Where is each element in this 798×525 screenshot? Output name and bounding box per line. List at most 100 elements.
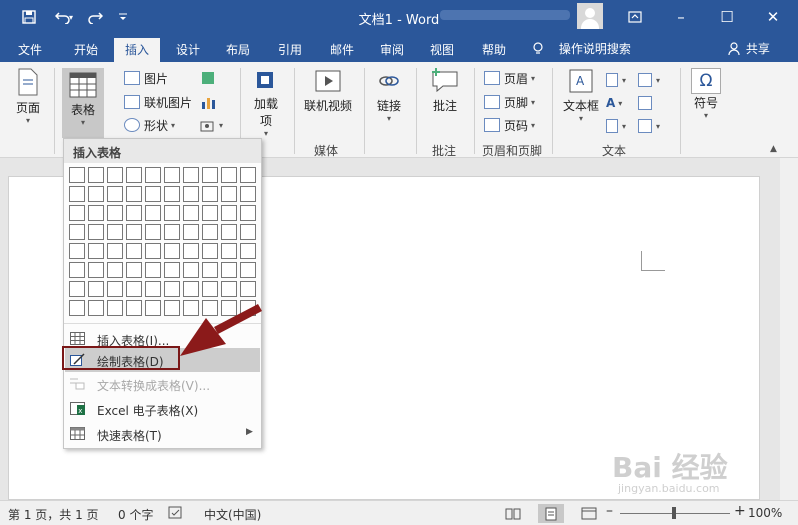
picture-button[interactable]: 图片 bbox=[124, 68, 168, 88]
table-grid-cell[interactable] bbox=[221, 224, 237, 240]
maximize-button[interactable]: ☐ bbox=[704, 0, 750, 34]
table-grid-cell[interactable] bbox=[164, 224, 180, 240]
table-grid-cell[interactable] bbox=[69, 205, 85, 221]
online-picture-button[interactable]: 联机图片 bbox=[124, 92, 192, 112]
datetime-button[interactable] bbox=[638, 93, 656, 113]
table-grid-cell[interactable] bbox=[183, 281, 199, 297]
table-button[interactable]: 表格 ▾ bbox=[62, 68, 104, 138]
table-grid-cell[interactable] bbox=[69, 186, 85, 202]
table-grid-cell[interactable] bbox=[164, 281, 180, 297]
table-grid-cell[interactable] bbox=[164, 262, 180, 278]
table-grid-cell[interactable] bbox=[164, 243, 180, 259]
table-grid-cell[interactable] bbox=[202, 205, 218, 221]
tab-design[interactable]: 设计 bbox=[164, 38, 212, 62]
table-grid-cell[interactable] bbox=[126, 262, 142, 278]
table-grid-cell[interactable] bbox=[145, 186, 161, 202]
table-grid-cell[interactable] bbox=[88, 243, 104, 259]
tab-help[interactable]: 帮助 bbox=[470, 38, 518, 62]
tab-home[interactable]: 开始 bbox=[62, 38, 110, 62]
table-grid-cell[interactable] bbox=[183, 300, 199, 316]
language[interactable]: 中文(中国) bbox=[204, 506, 261, 523]
quick-parts-button[interactable]: ▾ bbox=[606, 70, 626, 90]
close-button[interactable]: ✕ bbox=[750, 0, 796, 34]
pages-button[interactable]: 页面 ▾ bbox=[8, 68, 48, 138]
table-grid-cell[interactable] bbox=[126, 243, 142, 259]
table-grid-cell[interactable] bbox=[221, 186, 237, 202]
object-button[interactable]: ▾ bbox=[638, 116, 660, 136]
page-count[interactable]: 第 1 页，共 1 页 bbox=[8, 506, 99, 523]
table-grid-cell[interactable] bbox=[183, 205, 199, 221]
table-grid-cell[interactable] bbox=[126, 224, 142, 240]
addins-button[interactable]: 加载 项 ▾ bbox=[248, 68, 284, 138]
table-grid-cell[interactable] bbox=[221, 243, 237, 259]
symbol-button[interactable]: Ω 符号 ▾ bbox=[688, 68, 724, 138]
table-grid-cell[interactable] bbox=[145, 262, 161, 278]
proofing-icon[interactable] bbox=[168, 506, 184, 522]
zoom-level[interactable]: 100% bbox=[748, 506, 782, 520]
wordart-button[interactable]: A ▾ bbox=[606, 93, 622, 113]
table-grid-cell[interactable] bbox=[69, 262, 85, 278]
table-grid-cell[interactable] bbox=[183, 224, 199, 240]
table-grid-cell[interactable] bbox=[202, 224, 218, 240]
collapse-ribbon-icon[interactable]: ▲ bbox=[770, 144, 777, 154]
table-grid-cell[interactable] bbox=[240, 262, 256, 278]
table-grid-cell[interactable] bbox=[107, 186, 123, 202]
customize-qat-icon[interactable] bbox=[108, 0, 138, 34]
tab-references[interactable]: 引用 bbox=[266, 38, 314, 62]
table-grid-cell[interactable] bbox=[88, 205, 104, 221]
minimize-button[interactable]: – bbox=[658, 0, 704, 34]
redo-icon[interactable] bbox=[80, 0, 110, 34]
share-button[interactable]: 共享 bbox=[728, 40, 770, 57]
table-grid-cell[interactable] bbox=[69, 281, 85, 297]
table-grid-cell[interactable] bbox=[88, 224, 104, 240]
zoom-out-button[interactable]: – bbox=[606, 503, 613, 519]
table-grid-cell[interactable] bbox=[240, 186, 256, 202]
tab-file[interactable]: 文件 bbox=[6, 38, 54, 62]
read-mode-button[interactable] bbox=[500, 504, 526, 523]
table-grid-cell[interactable] bbox=[240, 224, 256, 240]
table-grid-cell[interactable] bbox=[126, 300, 142, 316]
online-video-button[interactable]: 联机视频 bbox=[300, 68, 356, 138]
table-grid-cell[interactable] bbox=[202, 300, 218, 316]
table-grid-cell[interactable] bbox=[88, 281, 104, 297]
dropcap-button[interactable]: ▾ bbox=[606, 116, 626, 136]
avatar[interactable] bbox=[577, 3, 603, 29]
table-grid-cell[interactable] bbox=[202, 186, 218, 202]
table-grid-cell[interactable] bbox=[183, 243, 199, 259]
signature-line-button[interactable]: ▾ bbox=[638, 70, 660, 90]
table-grid-cell[interactable] bbox=[164, 300, 180, 316]
table-grid-cell[interactable] bbox=[126, 167, 142, 183]
tab-view[interactable]: 视图 bbox=[418, 38, 466, 62]
table-grid-cell[interactable] bbox=[145, 281, 161, 297]
table-grid-cell[interactable] bbox=[202, 243, 218, 259]
tab-review[interactable]: 审阅 bbox=[368, 38, 416, 62]
table-grid-cell[interactable] bbox=[88, 262, 104, 278]
table-grid-cell[interactable] bbox=[202, 281, 218, 297]
table-grid-cell[interactable] bbox=[240, 167, 256, 183]
table-grid-cell[interactable] bbox=[69, 300, 85, 316]
screenshot-button[interactable]: ▾ bbox=[200, 115, 223, 135]
chart-button[interactable] bbox=[200, 92, 216, 112]
table-grid-cell[interactable] bbox=[145, 224, 161, 240]
undo-dropdown-icon[interactable]: ▾ bbox=[64, 0, 78, 34]
table-grid-cell[interactable] bbox=[221, 262, 237, 278]
quick-tables-item[interactable]: 快速表格(T) ▶ bbox=[65, 422, 260, 446]
table-grid-cell[interactable] bbox=[88, 300, 104, 316]
table-grid-cell[interactable] bbox=[145, 205, 161, 221]
table-grid-cell[interactable] bbox=[69, 243, 85, 259]
table-grid-cell[interactable] bbox=[88, 186, 104, 202]
web-layout-button[interactable] bbox=[576, 504, 602, 523]
tab-layout[interactable]: 布局 bbox=[214, 38, 262, 62]
table-grid-cell[interactable] bbox=[221, 167, 237, 183]
word-count[interactable]: 0 个字 bbox=[118, 506, 153, 523]
table-grid-cell[interactable] bbox=[183, 186, 199, 202]
table-grid-cell[interactable] bbox=[164, 186, 180, 202]
table-grid-cell[interactable] bbox=[145, 243, 161, 259]
table-size-grid[interactable] bbox=[69, 167, 259, 319]
vertical-scrollbar[interactable] bbox=[780, 158, 798, 500]
table-grid-cell[interactable] bbox=[145, 300, 161, 316]
header-button[interactable]: 页眉 ▾ bbox=[484, 68, 535, 88]
table-grid-cell[interactable] bbox=[240, 300, 256, 316]
excel-spreadsheet-item[interactable]: x Excel 电子表格(X) bbox=[65, 397, 260, 421]
shapes-button[interactable]: 形状 ▾ bbox=[124, 115, 175, 135]
